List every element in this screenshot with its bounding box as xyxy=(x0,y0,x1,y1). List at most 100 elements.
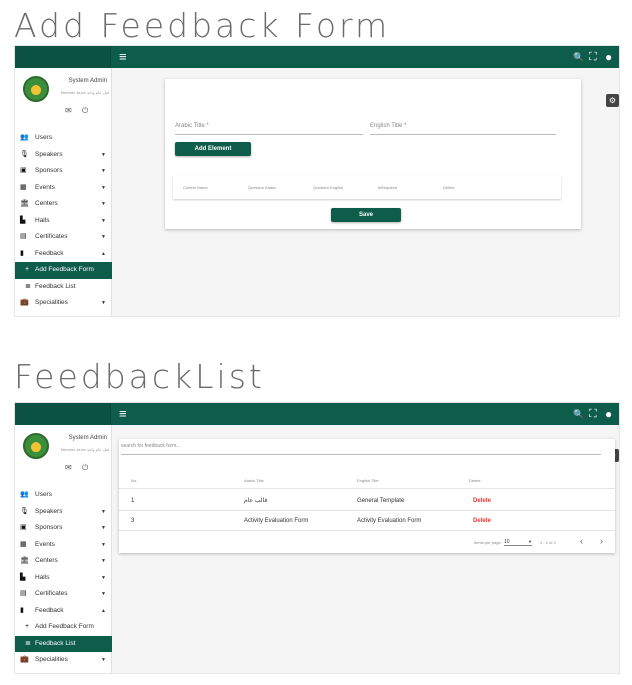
search-input[interactable]: search for feedback form... xyxy=(121,439,601,455)
sidebar-item-label: Events xyxy=(35,183,55,191)
add-feedback-form-card: Arabic Title * English Title * Add Eleme… xyxy=(165,79,581,229)
feedback-icon: ▮ xyxy=(20,606,24,614)
sidebar-item-users[interactable]: 👥 Users xyxy=(15,487,112,504)
column-header: Control Name xyxy=(183,185,208,190)
power-icon[interactable]: ⏻ xyxy=(82,463,88,473)
fullscreen-icon[interactable]: ⛶ xyxy=(589,406,597,422)
sidebar-item-speakers[interactable]: 🎙 Speakers ▼ xyxy=(15,504,112,521)
section-title-add-feedback-form: Add Feedback Form xyxy=(14,6,391,45)
cell-arabic-title: Activity Evaluation Form xyxy=(244,518,309,524)
menu-icon[interactable]: ≡ xyxy=(119,406,127,422)
building-icon: 🏛 xyxy=(20,200,29,207)
sidebar-item-label: Speakers xyxy=(35,507,63,515)
profile-member-since: Member since قبل عام واحد xyxy=(60,90,109,95)
avatar xyxy=(23,76,49,102)
cell-english-title: Activity Evaluation Form xyxy=(357,518,422,524)
sidebar-item-feedback-list[interactable]: ≣ Feedback List xyxy=(15,279,112,296)
sidebar-item-certificates[interactable]: ▤ Certificates ▼ xyxy=(15,229,112,246)
sidebar-item-halls[interactable]: ▙ Halls ▼ xyxy=(15,570,112,587)
sidebar-item-feedback[interactable]: ▮ Feedback ▲ xyxy=(15,603,112,620)
sidebar-item-label: Feedback xyxy=(35,249,64,257)
save-button[interactable]: Save xyxy=(331,208,401,222)
chevron-down-icon: ▼ xyxy=(528,539,532,544)
items-per-page-label: Items per page: xyxy=(474,540,502,545)
screenshot-add-feedback-form: ≡ 🔍 ⛶ ● System Admin Member since قبل عا… xyxy=(14,45,620,317)
search-icon[interactable]: 🔍 xyxy=(573,406,584,422)
chevron-down-icon: ▼ xyxy=(101,558,106,564)
sidebar-nav: 👥 Users 🎙 Speakers ▼ ▣ Sponsors ▼ ▦ Events ▼ 🏛 C… xyxy=(15,487,112,669)
table-row: 3 Activity Evaluation Form Activity Eval… xyxy=(119,512,615,531)
sidebar-item-halls[interactable]: ▙ Halls ▼ xyxy=(15,213,112,230)
menu-icon[interactable]: ≡ xyxy=(119,49,127,65)
chevron-down-icon: ▼ xyxy=(101,201,106,207)
feedback-list-card: search for feedback form... No. Arabic T… xyxy=(119,439,615,553)
cell-arabic-title: قالب عام xyxy=(244,498,268,504)
sidebar-item-label: Specialities xyxy=(35,299,68,306)
sidebar-item-label: Centers xyxy=(35,200,58,207)
sidebar-item-centers[interactable]: 🏛 Centers ▼ xyxy=(15,553,112,570)
sidebar-item-users[interactable]: 👥 Users xyxy=(15,130,112,147)
sidebar-item-events[interactable]: ▦ Events ▼ xyxy=(15,180,112,197)
english-title-field[interactable]: English Title * xyxy=(370,119,556,135)
fullscreen-icon[interactable]: ⛶ xyxy=(589,49,597,65)
sidebar-item-speakers[interactable]: 🎙 Speakers ▼ xyxy=(15,147,112,164)
sidebar-item-label: Sponsors xyxy=(35,524,63,531)
account-icon[interactable]: ● xyxy=(605,406,612,422)
chevron-down-icon: ▼ xyxy=(101,168,106,174)
chevron-down-icon: ▼ xyxy=(101,300,106,306)
sidebar-item-centers[interactable]: 🏛 Centers ▼ xyxy=(15,196,112,213)
chevron-down-icon: ▼ xyxy=(101,541,106,548)
sidebar-item-label: Certificates xyxy=(35,590,68,597)
column-header: Question Arabic xyxy=(248,185,277,190)
paginator: Items per page: 10 ▼ 1 - 2 of 2 ‹ › xyxy=(474,536,614,548)
sidebar-item-feedback[interactable]: ▮ Feedback ▲ xyxy=(15,246,112,263)
account-icon[interactable]: ● xyxy=(605,49,612,65)
sidebar-item-feedback-list[interactable]: ≣ Feedback List xyxy=(15,635,112,652)
sidebar-item-sponsors[interactable]: ▣ Sponsors ▼ xyxy=(15,163,112,180)
profile-name: System Admin xyxy=(68,78,107,84)
chevron-down-icon: ▼ xyxy=(101,525,106,531)
sidebar-item-label: Halls xyxy=(35,573,50,581)
feedback-icon: ▮ xyxy=(20,249,24,257)
mail-icon[interactable]: ✉ xyxy=(65,106,72,115)
sidebar-item-add-feedback-form[interactable]: + Add Feedback Form xyxy=(15,262,112,279)
users-icon: 👥 xyxy=(20,134,29,141)
sponsor-icon: ▣ xyxy=(20,167,27,174)
chevron-up-icon: ▲ xyxy=(101,607,106,614)
sidebar-item-label: Add Feedback Form xyxy=(35,266,94,273)
previous-page-button[interactable]: ‹ xyxy=(580,536,583,546)
briefcase-icon: 💼 xyxy=(20,656,29,663)
sidebar-item-add-feedback-form[interactable]: + Add Feedback Form xyxy=(15,619,112,636)
sidebar-item-specialities[interactable]: 💼 Specialities ▼ xyxy=(15,295,112,312)
power-icon[interactable]: ⏻ xyxy=(82,106,88,116)
sidebar-item-specialities[interactable]: 💼 Specialities ▼ xyxy=(15,652,112,669)
arabic-title-field[interactable]: Arabic Title * xyxy=(175,119,363,135)
sidebar: System Admin Member since قبل عام واحد ✉… xyxy=(15,425,112,673)
settings-icon[interactable]: ⚙ xyxy=(606,94,619,107)
delete-button[interactable]: Delete xyxy=(473,492,491,511)
cell-no: 3 xyxy=(131,518,135,524)
plus-icon: + xyxy=(25,266,30,273)
chevron-down-icon: ▼ xyxy=(101,591,106,597)
search-icon[interactable]: 🔍 xyxy=(573,49,584,65)
hall-icon: ▙ xyxy=(20,216,26,224)
sidebar-item-label: Specialities xyxy=(35,656,68,663)
delete-button[interactable]: Delete xyxy=(473,512,491,531)
next-page-button[interactable]: › xyxy=(600,536,603,546)
sidebar-item-label: Halls xyxy=(35,216,50,224)
calendar-icon: ▦ xyxy=(20,540,27,548)
page-size-select[interactable]: 10 ▼ xyxy=(504,539,532,546)
list-icon: ≣ xyxy=(25,639,31,647)
sidebar-item-sponsors[interactable]: ▣ Sponsors ▼ xyxy=(15,520,112,537)
sidebar-nav: 👥 Users 🎙 Speakers ▼ ▣ Sponsors ▼ ▦ Events ▼ 🏛 C… xyxy=(15,130,112,312)
sidebar-item-events[interactable]: ▦ Events ▼ xyxy=(15,537,112,554)
add-element-button[interactable]: Add Element xyxy=(175,142,251,156)
mail-icon[interactable]: ✉ xyxy=(65,463,72,472)
brand-area xyxy=(15,46,111,68)
chevron-down-icon: ▼ xyxy=(101,184,106,191)
plus-icon: + xyxy=(25,623,30,630)
table-header-divider xyxy=(119,488,615,489)
sidebar-item-certificates[interactable]: ▤ Certificates ▼ xyxy=(15,586,112,603)
sidebar-item-label: Feedback xyxy=(35,606,64,614)
sidebar-item-label: Certificates xyxy=(35,233,68,240)
